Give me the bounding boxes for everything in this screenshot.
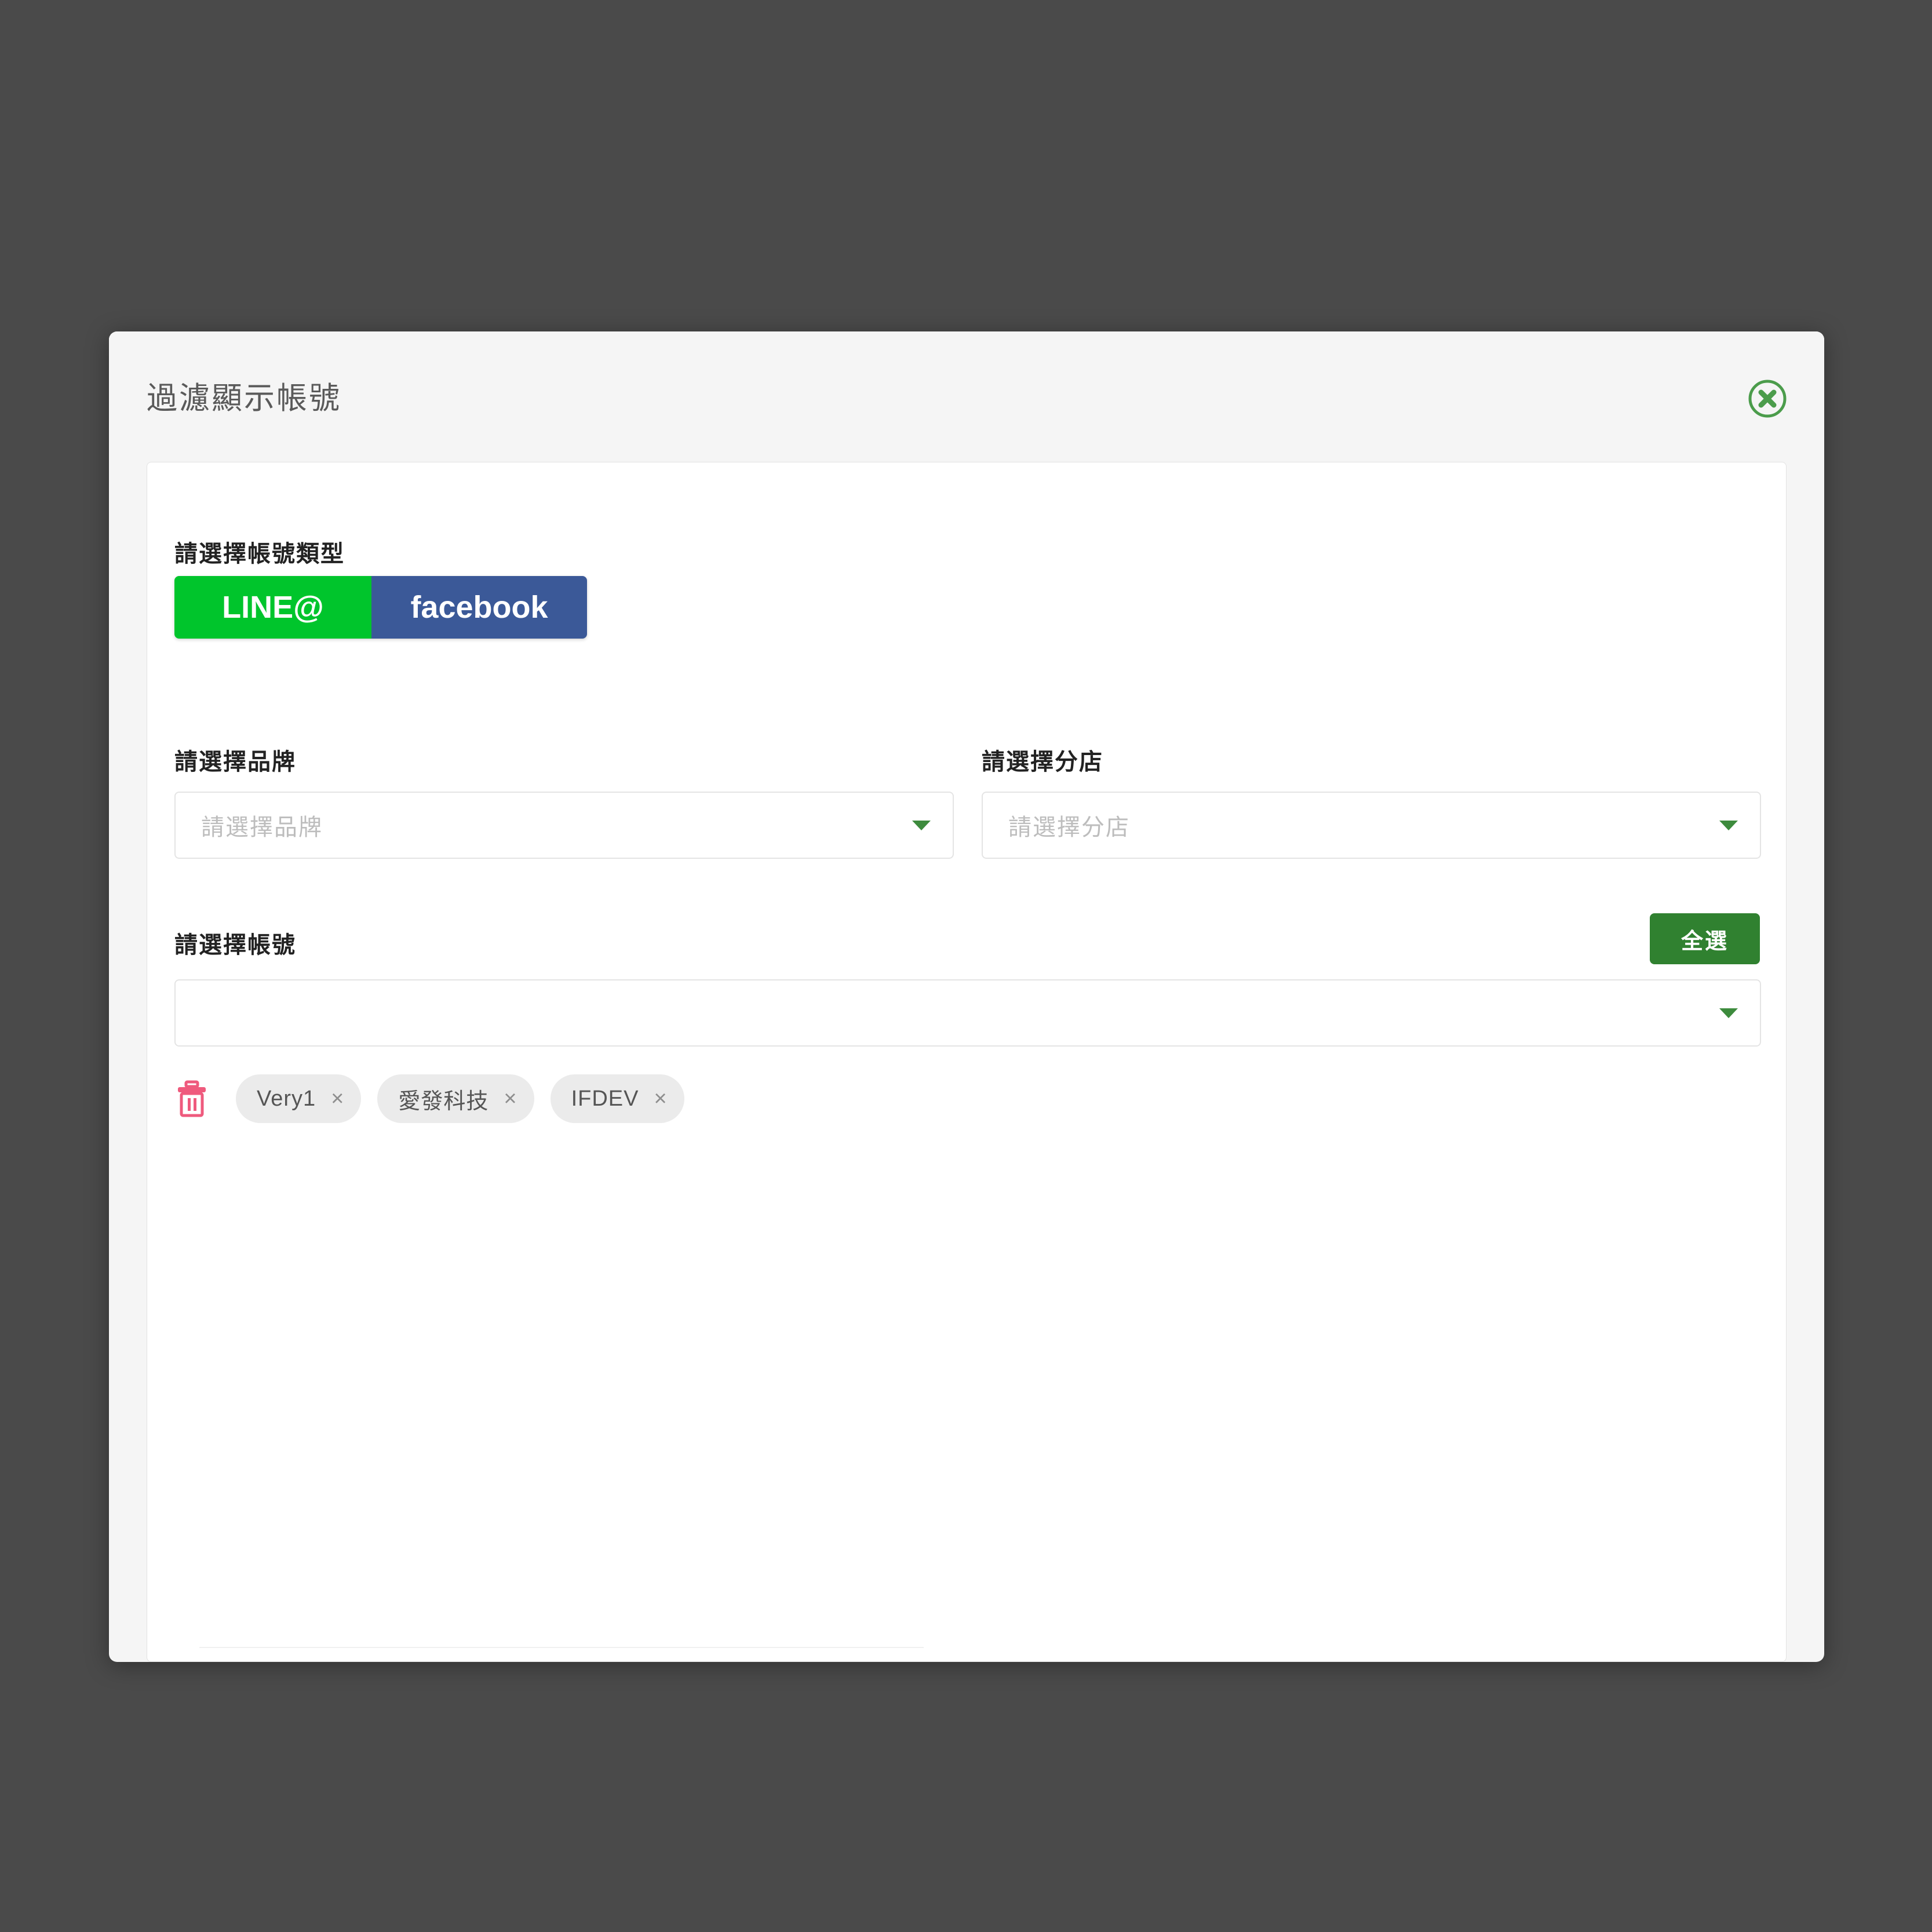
list-item: 愛發科技 × [377, 1074, 534, 1123]
filter-accounts-modal: 過濾顯示帳號 請選擇帳號類型 LINE@ facebook 請選擇品牌 請選擇品… [109, 331, 1824, 1662]
footer-divider [199, 1647, 924, 1648]
chevron-down-icon [912, 820, 931, 830]
chevron-down-icon [1719, 820, 1738, 830]
branch-label: 請選擇分店 [982, 749, 1103, 775]
brand-select[interactable]: 請選擇品牌 [174, 792, 954, 859]
account-type-line-button[interactable]: LINE@ [174, 576, 371, 639]
account-type-label: 請選擇帳號類型 [174, 541, 345, 567]
selected-accounts-tag-row: Very1 × 愛發科技 × IFDEV × [174, 1074, 684, 1123]
account-type-facebook-button[interactable]: facebook [371, 576, 587, 639]
tag-label: IFDEV [571, 1086, 639, 1111]
remove-tag-icon[interactable]: × [331, 1088, 344, 1110]
remove-tag-icon[interactable]: × [504, 1088, 516, 1110]
clear-all-tags-button[interactable] [174, 1080, 209, 1117]
brand-label: 請選擇品牌 [174, 749, 296, 775]
brand-select-value: 請選擇品牌 [201, 815, 323, 840]
account-label: 請選擇帳號 [174, 932, 296, 958]
page-title: 過濾顯示帳號 [147, 381, 341, 415]
branch-select[interactable]: 請選擇分店 [982, 792, 1761, 859]
list-item: IFDEV × [550, 1074, 684, 1123]
branch-select-value: 請選擇分店 [1008, 815, 1130, 840]
list-item: Very1 × [236, 1074, 362, 1123]
chevron-down-icon [1719, 1008, 1738, 1018]
account-select[interactable] [174, 979, 1761, 1047]
select-all-button[interactable]: 全選 [1650, 913, 1760, 964]
tag-label: 愛發科技 [398, 1089, 489, 1114]
filter-form-card: 請選擇帳號類型 LINE@ facebook 請選擇品牌 請選擇品牌 請選擇分店… [147, 462, 1787, 1662]
modal-header: 過濾顯示帳號 [109, 331, 1824, 462]
account-type-toggle-group[interactable]: LINE@ facebook [174, 576, 587, 639]
remove-tag-icon[interactable]: × [654, 1088, 667, 1110]
tag-label: Very1 [257, 1086, 316, 1111]
trash-icon [174, 1080, 209, 1119]
close-button[interactable] [1747, 378, 1788, 420]
close-circle-x-icon [1747, 378, 1788, 420]
